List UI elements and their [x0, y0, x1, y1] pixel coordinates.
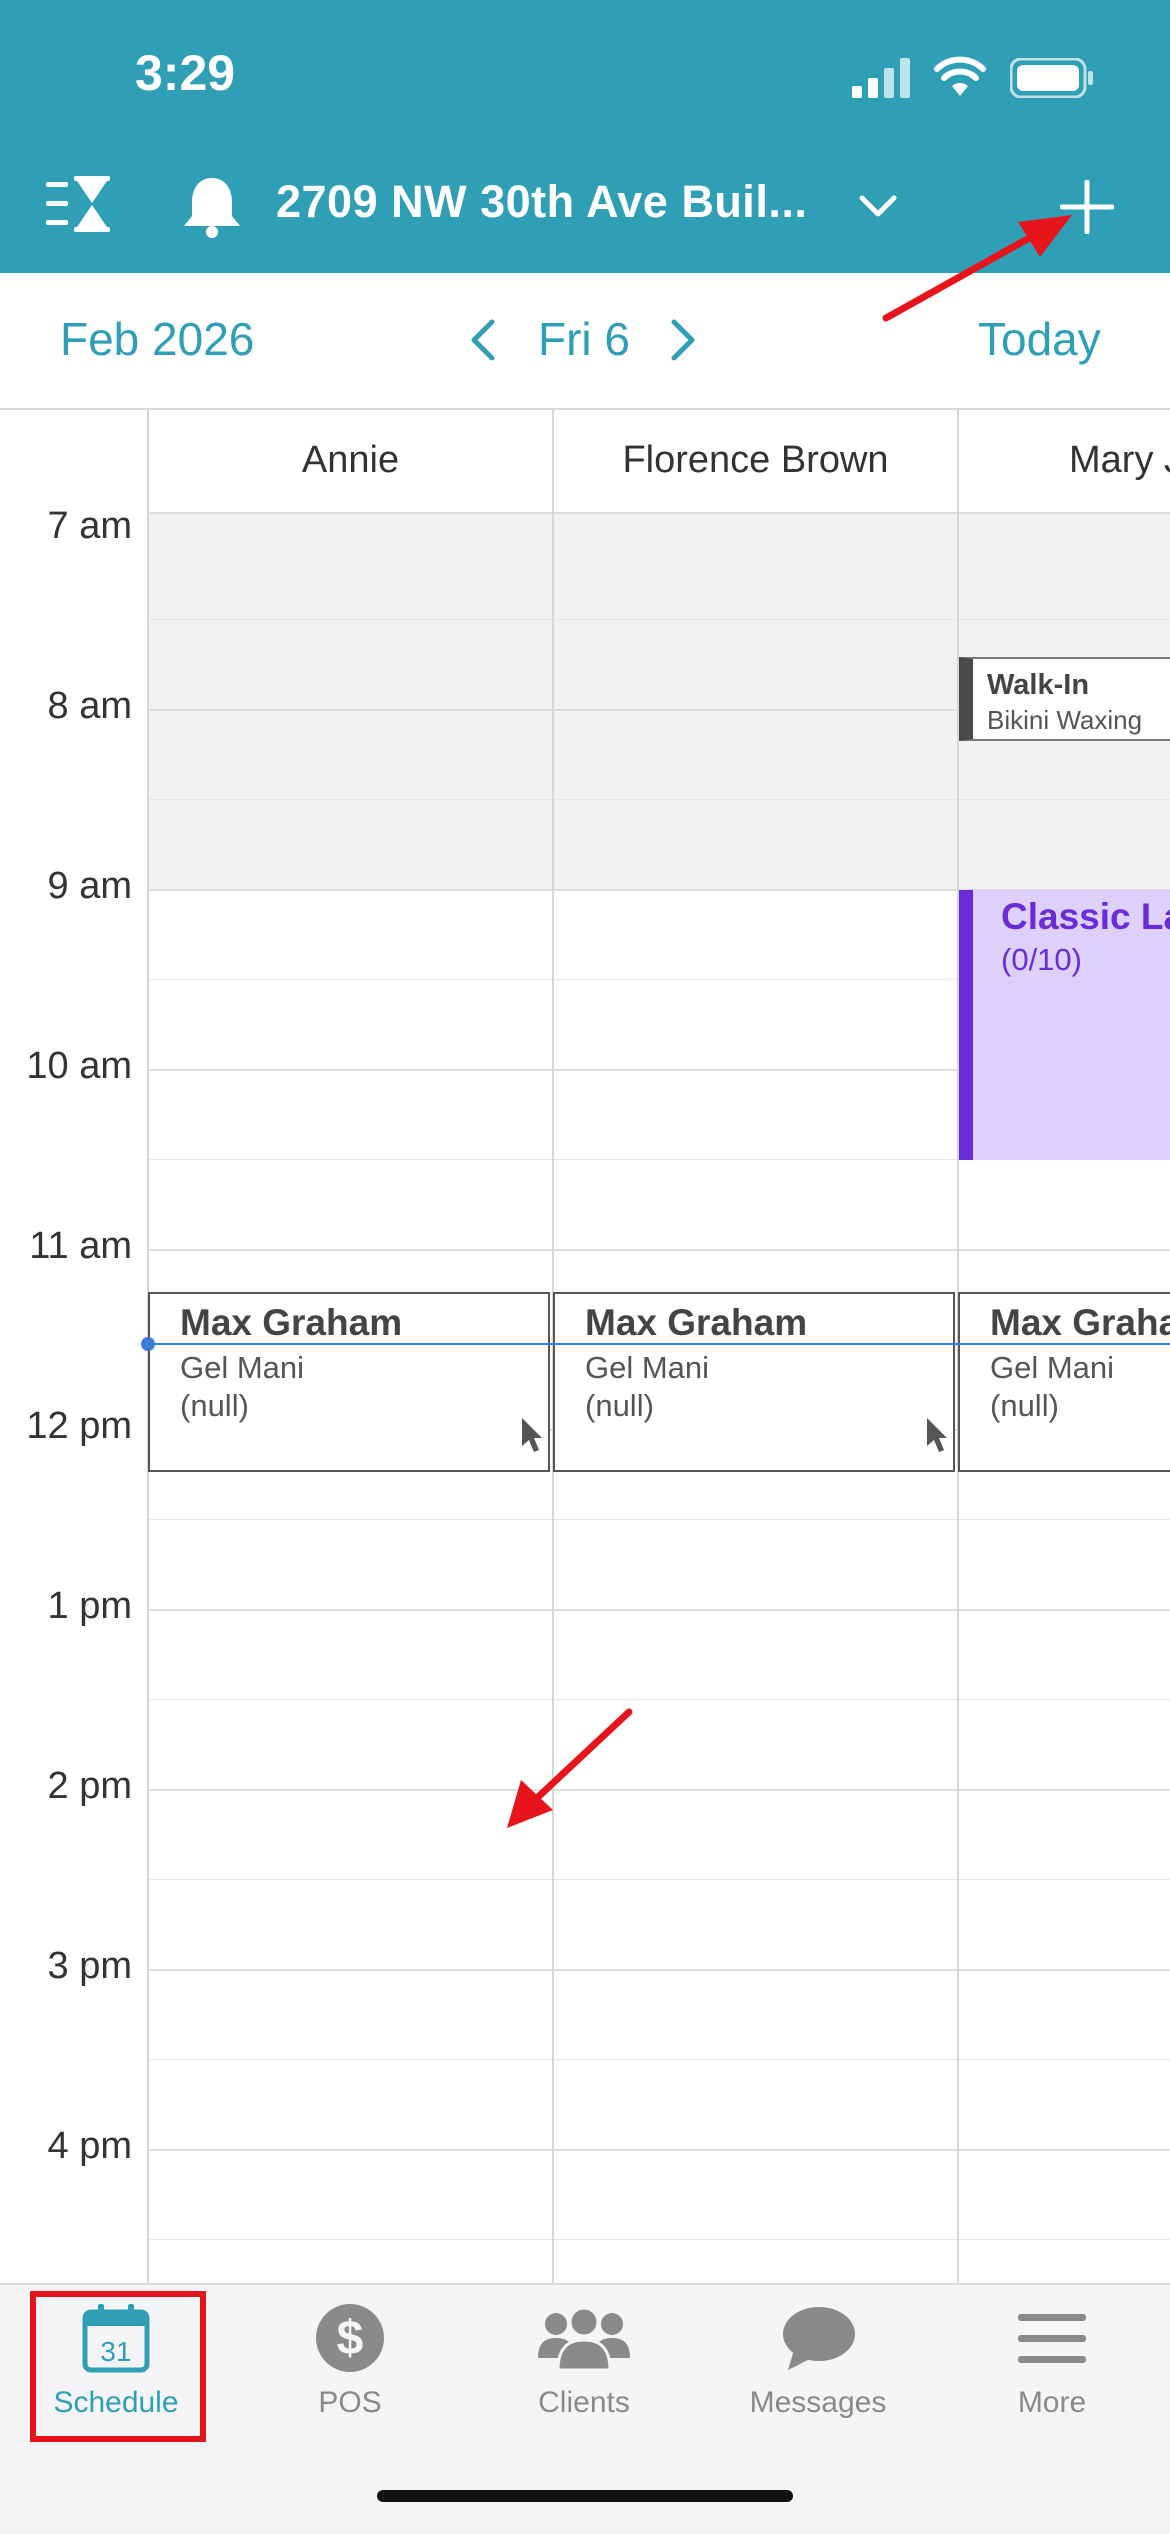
- hour-line: [148, 1969, 1170, 1971]
- tab-pos[interactable]: $ POS: [260, 2288, 440, 2438]
- half-hour-line: [148, 1519, 1170, 1520]
- svg-text:$: $: [337, 2312, 364, 2365]
- tab-messages[interactable]: Messages: [728, 2288, 908, 2438]
- time-label: 1 pm: [47, 1585, 132, 1627]
- battery-icon: [1010, 58, 1093, 98]
- tab-label: Clients: [538, 2386, 630, 2419]
- appointment-max-graham-mary[interactable]: Max Graham Gel Mani (null): [958, 1292, 1170, 1472]
- class-classic-lash[interactable]: Classic Lash (0/10): [959, 890, 1170, 1160]
- time-label: 11 am: [29, 1225, 132, 1267]
- time-label: 2 pm: [47, 1765, 132, 1807]
- time-label: 7 am: [47, 505, 132, 547]
- staff-column-header-annie[interactable]: Annie: [149, 408, 552, 512]
- appointment-walk-in[interactable]: Walk-In Bikini Waxing: [959, 657, 1170, 741]
- time-label: 12 pm: [26, 1405, 132, 1447]
- appointment-service: Gel Mani: [585, 1350, 710, 1385]
- appointment-service: Gel Mani: [990, 1350, 1115, 1385]
- half-hour-line: [148, 619, 1170, 620]
- resize-cursor-icon: [522, 1418, 542, 1452]
- class-capacity: (0/10): [1001, 942, 1082, 977]
- appointment-service: Gel Mani: [180, 1350, 305, 1385]
- current-day-label[interactable]: Fri 6: [538, 312, 630, 366]
- home-indicator: [377, 2490, 793, 2502]
- chevron-left-icon[interactable]: [468, 318, 498, 362]
- half-hour-line: [148, 2239, 1170, 2240]
- appointment-note: (null): [585, 1388, 654, 1423]
- waitlist-icon[interactable]: [46, 176, 114, 232]
- appointment-max-graham-florence[interactable]: Max Graham Gel Mani (null): [553, 1292, 955, 1472]
- hour-line: [148, 1789, 1170, 1791]
- class-title: Classic Lash: [1001, 896, 1170, 937]
- tab-clients[interactable]: Clients: [494, 2288, 674, 2438]
- hour-line: [148, 2149, 1170, 2151]
- hour-line: [148, 1609, 1170, 1611]
- appointment-service: Bikini Waxing: [987, 705, 1143, 735]
- dollar-icon: $: [316, 2304, 384, 2372]
- appointment-client-name: Max Graham: [990, 1302, 1170, 1343]
- tab-label: Messages: [749, 2386, 887, 2419]
- messages-icon: [783, 2307, 855, 2370]
- appointment-note: (null): [990, 1388, 1059, 1423]
- staff-column-header-mary[interactable]: Mary J: [959, 408, 1170, 512]
- staff-column-header-florence[interactable]: Florence Brown: [554, 408, 957, 512]
- half-hour-line: [148, 799, 1170, 800]
- hour-line: [148, 1249, 1170, 1251]
- half-hour-line: [148, 2059, 1170, 2060]
- appointment-client-name: Max Graham: [180, 1302, 403, 1343]
- appointment-note: (null): [180, 1388, 249, 1423]
- tab-highlight-box: [30, 2291, 206, 2442]
- tab-more[interactable]: More: [962, 2288, 1142, 2438]
- current-time-dot: [141, 1337, 155, 1351]
- appointment-client-name: Max Graham: [585, 1302, 808, 1343]
- resize-cursor-icon: [927, 1418, 947, 1452]
- half-hour-line: [148, 1879, 1170, 1880]
- status-time: 3:29: [135, 45, 236, 101]
- tab-label: POS: [318, 2386, 382, 2419]
- time-label: 4 pm: [47, 2125, 132, 2167]
- current-time-line: [148, 1343, 1170, 1345]
- clients-icon: [538, 2306, 630, 2372]
- time-label: 3 pm: [47, 1945, 132, 1987]
- month-label[interactable]: Feb 2026: [60, 312, 254, 366]
- time-label: 10 am: [26, 1045, 132, 1087]
- annotation-arrow-icon: [882, 215, 1072, 322]
- wifi-icon: [934, 56, 986, 96]
- chevron-right-icon[interactable]: [668, 318, 698, 362]
- time-label: 9 am: [47, 865, 132, 907]
- half-hour-line: [148, 1699, 1170, 1700]
- menu-icon: [1018, 2314, 1086, 2363]
- location-title[interactable]: 2709 NW 30th Ave Buil...: [276, 176, 807, 228]
- appointment-max-graham-annie[interactable]: Max Graham Gel Mani (null): [148, 1292, 550, 1472]
- hour-line: [148, 512, 1170, 514]
- appointment-title: Walk-In: [987, 669, 1090, 701]
- bell-icon[interactable]: [180, 174, 244, 238]
- annotation-arrow-icon: [507, 1708, 633, 1828]
- time-label: 8 am: [47, 685, 132, 727]
- cellular-signal-icon: [852, 58, 910, 98]
- tab-label: More: [1017, 2386, 1087, 2419]
